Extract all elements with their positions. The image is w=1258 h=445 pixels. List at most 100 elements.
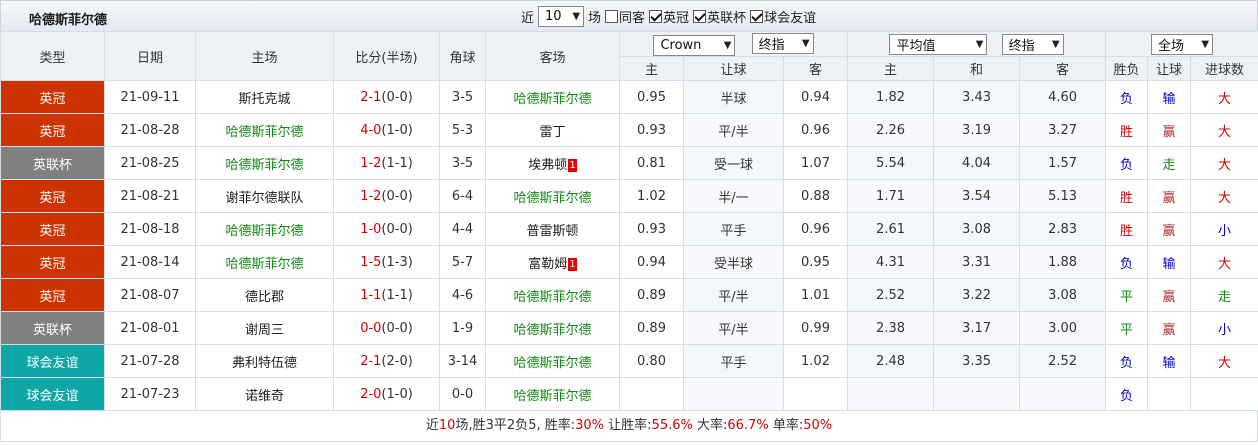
- match-date: 21-08-21: [104, 179, 196, 213]
- col-header-corners: 角球: [439, 31, 486, 81]
- match-date: 21-07-23: [104, 377, 196, 411]
- eu-away-odds: 4.60: [1019, 80, 1107, 114]
- odds-mode-select[interactable]: 终指 ▼: [751, 32, 814, 54]
- company-select[interactable]: Crown ▼: [653, 34, 736, 56]
- table-row: 英联杯 21-08-01 谢周三 0-0(0-0) 1-9 哈德斯菲尔德 0.89 平/半 0.…: [0, 311, 1258, 345]
- near-label: 近: [521, 11, 535, 26]
- match-result: 负: [1105, 377, 1149, 411]
- league-badge[interactable]: 英冠: [0, 80, 105, 114]
- home-team[interactable]: 哈德斯菲尔德: [195, 146, 334, 180]
- chevron-down-icon: ▼: [801, 37, 810, 49]
- away-team-cell[interactable]: 哈德斯菲尔德: [485, 344, 620, 378]
- score-fulltime: 1-2: [360, 188, 382, 204]
- home-team[interactable]: 哈德斯菲尔德: [195, 212, 334, 246]
- goals-result: 大: [1190, 245, 1258, 279]
- match-score[interactable]: 1-5(1-3): [333, 245, 440, 279]
- table-row: 英冠 21-08-07 德比郡 1-1(1-1) 4-6 哈德斯菲尔德 0.89 平/半 1.0…: [0, 278, 1258, 312]
- league-badge[interactable]: 英冠: [0, 245, 105, 279]
- corners: 4-6: [439, 278, 486, 312]
- league-badge[interactable]: 英联杯: [0, 146, 105, 180]
- eu-home-odds: 5.54: [847, 146, 935, 180]
- corners: 5-3: [439, 113, 486, 147]
- away-team-cell[interactable]: 普雷斯顿: [485, 212, 620, 246]
- game-count-select[interactable]: 10 ▼: [538, 6, 585, 27]
- odds-mode-select-2[interactable]: 终指 ▼: [1001, 33, 1064, 55]
- chevron-down-icon: ▼: [572, 11, 581, 22]
- score-fulltime: 0-0: [360, 320, 382, 336]
- away-team-cell[interactable]: 哈德斯菲尔德: [485, 80, 620, 114]
- ah-line: 平/半: [683, 113, 784, 147]
- away-team-cell[interactable]: 哈德斯菲尔德: [485, 278, 620, 312]
- score-halftime: (2-0): [381, 353, 413, 369]
- score-fulltime: 1-2: [360, 155, 382, 171]
- match-score[interactable]: 1-2(1-1): [333, 146, 440, 180]
- corners: 3-14: [439, 344, 486, 378]
- corners: 5-7: [439, 245, 486, 279]
- ah-line: 平/半: [683, 311, 784, 345]
- handicap-result: 输: [1147, 80, 1192, 114]
- home-team[interactable]: 弗利特伍德: [195, 344, 334, 378]
- match-score[interactable]: 0-0(0-0): [333, 311, 440, 345]
- same-host-checkbox[interactable]: [605, 10, 619, 23]
- sub-header-eu-away: 客: [1019, 56, 1107, 81]
- match-score[interactable]: 2-0(1-0): [333, 377, 440, 411]
- away-team-cell[interactable]: 富勒姆 1: [485, 245, 620, 279]
- league-checkbox-championship[interactable]: [649, 10, 663, 23]
- away-team-cell[interactable]: 埃弗顿 1: [485, 146, 620, 180]
- league-badge[interactable]: 球会友谊: [0, 344, 105, 378]
- match-score[interactable]: 4-0(1-0): [333, 113, 440, 147]
- goals-result: 大: [1190, 113, 1258, 147]
- summary-part: 55.6%: [651, 418, 693, 433]
- summary-part: 3: [485, 418, 494, 433]
- home-team[interactable]: 诺维奇: [195, 377, 334, 411]
- home-team[interactable]: 斯托克城: [195, 80, 334, 114]
- eu-draw-odds: 3.19: [933, 113, 1021, 147]
- league-badge[interactable]: 英联杯: [0, 311, 105, 345]
- league-badge[interactable]: 球会友谊: [0, 377, 105, 411]
- ah-line: [683, 377, 784, 411]
- match-score[interactable]: 2-1(0-0): [333, 80, 440, 114]
- games-label: 场: [588, 11, 602, 26]
- ah-line: 半/一: [683, 179, 784, 213]
- home-team[interactable]: 德比郡: [195, 278, 334, 312]
- ah-away-odds: 1.07: [782, 146, 849, 180]
- away-team-cell[interactable]: 哈德斯菲尔德: [485, 311, 620, 345]
- match-score[interactable]: 1-1(1-1): [333, 278, 440, 312]
- eu-draw-odds: 3.54: [933, 179, 1021, 213]
- result-header: 全场 ▼: [1105, 31, 1258, 57]
- score-halftime: (0-0): [381, 221, 413, 237]
- match-score[interactable]: 1-2(0-0): [333, 179, 440, 213]
- away-team-cell[interactable]: 哈德斯菲尔德: [485, 377, 620, 411]
- table-row: 英冠 21-08-21 谢菲尔德联队 1-2(0-0) 6-4 哈德斯菲尔德 1.02 半/一…: [0, 179, 1258, 213]
- home-team[interactable]: 哈德斯菲尔德: [195, 113, 334, 147]
- home-team[interactable]: 谢菲尔德联队: [195, 179, 334, 213]
- away-team-cell[interactable]: 哈德斯菲尔德: [485, 179, 620, 213]
- match-score[interactable]: 1-0(0-0): [333, 212, 440, 246]
- summary-part: 2: [506, 418, 516, 433]
- away-team: 哈德斯菲尔德: [513, 91, 592, 107]
- table-row: 英冠 21-09-11 斯托克城 2-1(0-0) 3-5 哈德斯菲尔德 0.95 半球 0.9…: [0, 80, 1258, 114]
- home-team[interactable]: 哈德斯菲尔德: [195, 245, 334, 279]
- league-badge[interactable]: 英冠: [0, 212, 105, 246]
- col-header-home: 主场: [195, 31, 334, 81]
- ah-line: 平手: [683, 344, 784, 378]
- league-badge[interactable]: 英冠: [0, 113, 105, 147]
- league-checkbox-league-cup[interactable]: [693, 10, 707, 23]
- match-score[interactable]: 2-1(2-0): [333, 344, 440, 378]
- league-badge[interactable]: 英冠: [0, 278, 105, 312]
- league-checkbox-friendly[interactable]: [750, 10, 764, 23]
- handicap-result: 输: [1147, 245, 1192, 279]
- match-result: 负: [1105, 146, 1149, 180]
- away-team-cell[interactable]: 雷丁: [485, 113, 620, 147]
- league-badge[interactable]: 英冠: [0, 179, 105, 213]
- handicap-result: 赢: [1147, 179, 1192, 213]
- game-count-value: 10: [545, 9, 562, 24]
- score-halftime: (1-1): [381, 287, 413, 303]
- away-team: 埃弗顿: [528, 157, 568, 173]
- home-team[interactable]: 谢周三: [195, 311, 334, 345]
- match-result: 胜: [1105, 113, 1149, 147]
- average-select[interactable]: 平均值 ▼: [889, 33, 988, 55]
- eu-home-odds: [847, 377, 935, 411]
- scope-select[interactable]: 全场 ▼: [1151, 33, 1214, 55]
- ah-home-odds: 0.93: [619, 113, 684, 147]
